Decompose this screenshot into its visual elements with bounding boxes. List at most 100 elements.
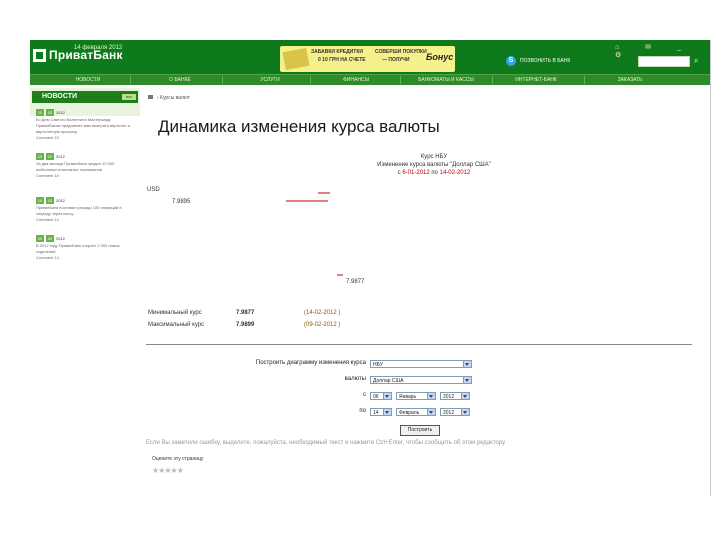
to-day-select[interactable]: 14 bbox=[370, 408, 392, 416]
news-year: 2012 bbox=[56, 198, 65, 203]
main-nav: НОВОСТИ О БАНКЕ УСЛУГИ ФИНАНСЫ БАНКОМАТЫ… bbox=[30, 74, 710, 85]
search-icon[interactable]: ⌕ bbox=[694, 56, 698, 66]
min-rate-value: 7.9877 bbox=[236, 310, 255, 316]
chart-header: Курс НБУ Изменение курса валюты "Доллар … bbox=[284, 153, 584, 177]
news-month: 02 bbox=[46, 197, 54, 204]
period-to: 14-02-2012 bbox=[439, 170, 471, 176]
nav-item-finance[interactable]: ФИНАНСЫ bbox=[312, 76, 400, 84]
top-value-label: 7.9895 bbox=[172, 199, 191, 205]
series-label: USD bbox=[147, 187, 160, 193]
home-icon[interactable] bbox=[148, 95, 153, 99]
news-year: 2012 bbox=[56, 236, 65, 241]
news-date: 09 02 2012 bbox=[36, 235, 140, 242]
all-news-button[interactable]: все bbox=[122, 94, 136, 100]
news-text[interactable]: Ко Дню Святого Валентина Мастеркард Прив… bbox=[36, 117, 132, 135]
news-day: 09 bbox=[36, 235, 44, 242]
nav-divider bbox=[222, 76, 223, 84]
nav-item-internet-bank[interactable]: ИНТЕРНЕТ-БАНК bbox=[492, 76, 580, 84]
news-year: 2012 bbox=[56, 154, 65, 159]
news-text[interactable]: В 2012 году ПриватБанк откроет 2 000 нов… bbox=[36, 243, 132, 255]
news-day: 10 bbox=[36, 153, 44, 160]
skype-icon[interactable]: S bbox=[506, 56, 516, 66]
search-input[interactable] bbox=[638, 56, 690, 67]
news-header: НОВОСТИ все bbox=[32, 91, 138, 103]
from-year-select[interactable]: 2012 bbox=[440, 392, 470, 400]
bank-logo-icon[interactable] bbox=[33, 49, 46, 62]
news-comments[interactable]: Comment 10 bbox=[36, 135, 140, 140]
page-title: Динамика изменения курса валюты bbox=[158, 117, 440, 136]
news-year: 2012 bbox=[56, 110, 65, 115]
rate-page-label: Оцените эту страницу bbox=[152, 456, 204, 462]
promo-banner[interactable]: ЗАБАВКИ КРЕДИТКИ 0 10 ГРН НА СЧЕТЕ СОВЕР… bbox=[280, 46, 455, 72]
to-label: по bbox=[359, 408, 366, 414]
chevron-down-icon[interactable] bbox=[427, 393, 435, 399]
chart-source: Курс НБУ bbox=[420, 154, 448, 160]
news-text[interactable]: ПриватБанк поставил рекорд: 100 операций… bbox=[36, 205, 132, 217]
bottom-value-label: 7.9877 bbox=[346, 279, 365, 285]
period-from: 6-01-2012 bbox=[402, 170, 430, 176]
min-rate-date: (14-02-2012 ) bbox=[304, 310, 341, 316]
currency-select[interactable]: Доллар США bbox=[370, 376, 472, 384]
max-rate-label: Максимальный курс bbox=[148, 322, 205, 328]
nav-divider bbox=[130, 76, 131, 84]
news-title[interactable]: НОВОСТИ bbox=[42, 93, 77, 100]
nav-item-about[interactable]: О БАНКЕ bbox=[136, 76, 224, 84]
news-month: 02 bbox=[46, 235, 54, 242]
max-rate-row: Максимальный курс 7.9899 (09-02-2012 ) bbox=[148, 322, 448, 331]
chevron-down-icon[interactable] bbox=[383, 409, 391, 415]
from-month-value: Январь bbox=[399, 394, 417, 400]
chevron-down-icon[interactable] bbox=[383, 393, 391, 399]
chevron-down-icon[interactable] bbox=[463, 361, 471, 367]
news-comments[interactable]: Comment 12 bbox=[36, 217, 140, 222]
chevron-down-icon[interactable] bbox=[461, 393, 469, 399]
nav-item-order[interactable]: ЗАКАЗАТЬ bbox=[586, 76, 674, 84]
nav-item-news[interactable]: НОВОСТИ bbox=[44, 76, 132, 84]
breadcrumb-current[interactable]: › Курсы валют bbox=[157, 95, 190, 101]
from-day-select[interactable]: 06 bbox=[370, 392, 392, 400]
banner-text: ЗАБАВКИ КРЕДИТКИ bbox=[311, 49, 363, 55]
nav-item-atms[interactable]: БАНКОМАТЫ И КАССЫ bbox=[402, 76, 490, 84]
news-sidebar: НОВОСТИ все 12 02 2012 Ко Дню Святого Ва… bbox=[30, 88, 140, 338]
breadcrumb: › Курсы валют bbox=[148, 95, 190, 101]
build-label: Построить диаграмму изменения курса bbox=[255, 360, 366, 366]
banner-text: — ПОЛУЧИ bbox=[382, 57, 410, 63]
rate-chart: USD 7.9895 7.9877 bbox=[147, 187, 365, 285]
news-item[interactable]: 10 02 2012 За два месяца ПриватБанк прод… bbox=[36, 153, 140, 178]
source-value: НБУ bbox=[373, 362, 383, 368]
period-mid: по bbox=[429, 170, 440, 176]
news-text[interactable]: За два месяца ПриватБанк продал 10 000 м… bbox=[36, 161, 132, 173]
browser-viewport: ПриватБанк 14 февраля 2012 ЗАБАВКИ КРЕДИ… bbox=[30, 40, 711, 496]
bonus-logo: Бонус bbox=[426, 52, 454, 62]
nav-item-services[interactable]: УСЛУГИ bbox=[226, 76, 314, 84]
nav-divider bbox=[310, 76, 311, 84]
error-report-note: Если Вы заметили ошибку, выделите, пожал… bbox=[146, 440, 506, 446]
chevron-down-icon[interactable] bbox=[463, 377, 471, 383]
rating-stars[interactable]: ★★★★★ bbox=[152, 466, 184, 475]
divider bbox=[146, 344, 692, 345]
min-rate-row: Минимальный курс 7.9877 (14-02-2012 ) bbox=[148, 310, 448, 319]
from-label: с bbox=[363, 392, 366, 398]
to-day-value: 14 bbox=[373, 410, 379, 416]
chevron-down-icon[interactable] bbox=[427, 409, 435, 415]
news-item[interactable]: 10 02 2012 ПриватБанк поставил рекорд: 1… bbox=[36, 197, 140, 222]
from-month-select[interactable]: Январь bbox=[396, 392, 436, 400]
call-bank-link[interactable]: ПОЗВОНИТЬ В БАНК bbox=[520, 58, 570, 64]
chart-builder-form: Построить диаграмму изменения курса НБУ … bbox=[144, 350, 704, 440]
news-item[interactable]: 09 02 2012 В 2012 году ПриватБанк открое… bbox=[36, 235, 140, 260]
to-year-value: 2012 bbox=[443, 410, 455, 416]
news-item[interactable]: 12 02 2012 Ко Дню Святого Валентина Маст… bbox=[36, 109, 140, 140]
chart-currency: Изменение курса валюты "Доллар США" bbox=[377, 162, 491, 168]
source-select[interactable]: НБУ bbox=[370, 360, 472, 368]
to-year-select[interactable]: 2012 bbox=[440, 408, 470, 416]
chevron-down-icon[interactable] bbox=[461, 409, 469, 415]
news-date: 12 02 2012 bbox=[36, 109, 140, 116]
header-date: 14 февраля 2012 bbox=[74, 45, 123, 51]
build-chart-button[interactable]: Построить bbox=[400, 425, 440, 436]
news-comments[interactable]: Comment 14 bbox=[36, 255, 140, 260]
news-comments[interactable]: Comment 10 bbox=[36, 173, 140, 178]
banner-text: СОВЕРШИ ПОКУПКИ bbox=[375, 49, 427, 55]
news-month: 02 bbox=[46, 109, 54, 116]
to-month-select[interactable]: Февраль bbox=[396, 408, 436, 416]
max-rate-date: (09-02-2012 ) bbox=[304, 322, 341, 328]
chart-period: с 6-01-2012 по 14-02-2012 bbox=[284, 169, 584, 177]
